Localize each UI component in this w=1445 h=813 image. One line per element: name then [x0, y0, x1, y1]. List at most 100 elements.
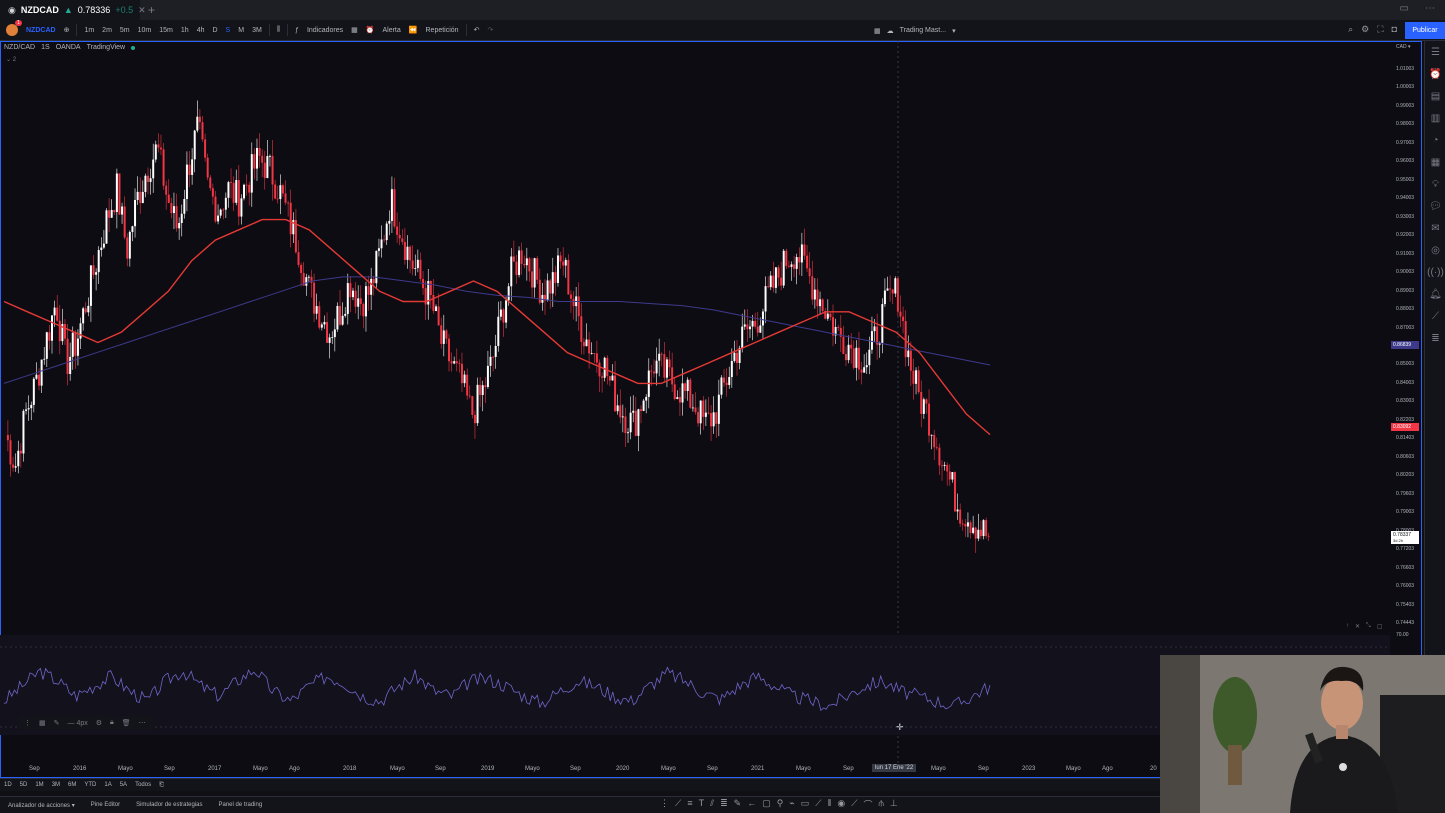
range-1a[interactable]: 1A: [100, 782, 115, 788]
replay-icon[interactable]: ⏪: [405, 26, 422, 34]
pencil-icon[interactable]: ✎: [54, 719, 60, 727]
callout-icon[interactable]: ▭: [801, 798, 810, 811]
measure-icon[interactable]: ⫴: [828, 798, 832, 811]
search-icon[interactable]: ⌕: [1348, 24, 1353, 35]
indicators-icon[interactable]: ƒ: [291, 27, 303, 34]
avatar[interactable]: 1: [6, 20, 22, 36]
fib-icon[interactable]: ≡: [687, 798, 692, 811]
add-symbol-icon[interactable]: ⊕: [60, 26, 74, 34]
range-5d[interactable]: 5D: [16, 782, 32, 788]
line-width-button[interactable]: — 4px: [68, 720, 88, 727]
interval-m[interactable]: M: [234, 27, 248, 34]
camera-icon[interactable]: ◘: [1392, 24, 1397, 35]
indicators-button[interactable]: Indicadores: [303, 27, 347, 34]
publish-button[interactable]: Publicar: [1405, 22, 1445, 39]
range-5a[interactable]: 5A: [116, 782, 131, 788]
interval-1h[interactable]: 1h: [177, 27, 193, 34]
arrow-icon[interactable]: ←: [747, 798, 756, 811]
close-tab-icon[interactable]: ✕: [138, 5, 146, 16]
ideas-icon[interactable]: 💡︎: [1425, 173, 1445, 195]
magnet-icon[interactable]: ◉: [837, 798, 845, 811]
settings-icon[interactable]: ⚙: [96, 719, 102, 727]
interval-10m[interactable]: 10m: [134, 27, 156, 34]
symbol-search-button[interactable]: NZDCAD: [22, 27, 60, 34]
trend-line-icon[interactable]: ⟋: [675, 798, 681, 811]
interval-d[interactable]: D: [208, 27, 221, 34]
range-todos[interactable]: Todos: [131, 782, 155, 788]
order-panel-icon[interactable]: ≣: [1425, 327, 1445, 349]
undo-icon[interactable]: ↶: [470, 26, 484, 34]
alert-button[interactable]: Alerta: [378, 27, 404, 34]
channel-icon[interactable]: ≣: [720, 798, 728, 811]
pane-maximize-icon[interactable]: ▢: [1377, 623, 1383, 630]
ray-icon[interactable]: ⟋: [815, 798, 821, 811]
indicator-collapse[interactable]: ⌄ 2: [6, 56, 16, 63]
curve-icon[interactable]: ⌒: [864, 798, 873, 811]
drag-handle-icon[interactable]: ⋮: [24, 719, 31, 727]
interval-5m[interactable]: 5m: [116, 27, 134, 34]
trash-icon[interactable]: 🗑︎: [122, 719, 131, 727]
trading-panel-tab[interactable]: Panel de trading: [210, 802, 270, 808]
layout-selector[interactable]: ▦ ☁ Trading Mast... ▾: [874, 20, 956, 41]
gear-icon[interactable]: ⚙: [1361, 24, 1369, 35]
candle-body: [925, 399, 928, 404]
hotlist-icon[interactable]: ▥: [1425, 107, 1445, 129]
brush-icon[interactable]: ✎: [734, 798, 742, 811]
range-ytd[interactable]: YTD: [80, 782, 100, 788]
goto-date-icon[interactable]: ⎗: [155, 782, 168, 789]
fullscreen-icon[interactable]: ⛶: [1377, 24, 1383, 35]
range-6m[interactable]: 6M: [64, 782, 80, 788]
path-icon[interactable]: ⟋: [851, 798, 857, 811]
alerts-icon[interactable]: ⏰: [1425, 63, 1445, 85]
new-tab-icon[interactable]: +: [148, 3, 155, 17]
window-layout-icon[interactable]: ▭: [1400, 3, 1409, 14]
notifications-icon[interactable]: 🔔︎: [1425, 283, 1445, 305]
pane-collapse-icon[interactable]: ⤡: [1366, 623, 1371, 630]
interval-s[interactable]: S: [222, 27, 235, 34]
candle-body: [525, 258, 528, 266]
interval-1m[interactable]: 1m: [80, 27, 98, 34]
template-icon[interactable]: ▦: [39, 719, 46, 727]
help-icon[interactable]: ◎: [1425, 239, 1445, 261]
more-icon[interactable]: ⋯: [1425, 3, 1435, 14]
pin-icon[interactable]: ⚲: [777, 798, 784, 811]
calendar-icon[interactable]: ◔: [1425, 129, 1445, 151]
redo-icon[interactable]: ↷: [483, 26, 497, 34]
interval-3m[interactable]: 3M: [248, 27, 266, 34]
templates-icon[interactable]: ▦: [347, 26, 362, 34]
cursor-icon[interactable]: ⋮: [660, 798, 669, 811]
more-icon[interactable]: ⋯: [139, 719, 146, 727]
pine-editor-tab[interactable]: Pine Editor: [83, 802, 128, 808]
chart-tab[interactable]: ◉ NZDCAD ▲ 0.78336 +0.5 ✕: [0, 0, 146, 20]
pattern-icon[interactable]: ⫽: [710, 798, 714, 811]
fork-icon[interactable]: ⫛: [879, 798, 884, 811]
messages-icon[interactable]: ✉: [1425, 217, 1445, 239]
watchlist-icon[interactable]: ☰: [1425, 41, 1445, 63]
text-icon[interactable]: T: [699, 798, 705, 811]
currency-label[interactable]: CAD ▾: [1396, 44, 1410, 50]
ruler-icon[interactable]: ⊥: [890, 798, 898, 811]
date-axis[interactable]: Sep 2016 Mayo Sep 2017 Mayo Ago 2018 Mayo Sep 2019…: [0, 764, 1160, 776]
chat-icon[interactable]: 💬︎: [1425, 195, 1445, 217]
strategy-tester-tab[interactable]: Simulador de estrategias: [128, 802, 210, 808]
interval-15m[interactable]: 15m: [155, 27, 177, 34]
forecast-icon[interactable]: ⌁: [789, 798, 794, 811]
alert-icon[interactable]: ⏰: [362, 26, 379, 34]
range-3m[interactable]: 3M: [48, 782, 64, 788]
range-1d[interactable]: 1D: [0, 782, 16, 788]
replay-button[interactable]: Repetición: [422, 27, 463, 34]
interval-2m[interactable]: 2m: [98, 27, 116, 34]
trend-icon[interactable]: ⟋: [1425, 305, 1445, 327]
chart-type-icon[interactable]: ⫼: [273, 26, 284, 34]
pane-up-icon[interactable]: ↑: [1346, 623, 1349, 630]
range-1m[interactable]: 1M: [31, 782, 47, 788]
pane-close-icon[interactable]: ✕: [1355, 623, 1360, 630]
data-window-icon[interactable]: ▤: [1425, 85, 1445, 107]
stock-screener-tab[interactable]: Analizador de acciones ▾: [0, 802, 83, 809]
calculator-icon[interactable]: ▦: [1425, 151, 1445, 173]
rectangle-icon[interactable]: ▢: [762, 798, 771, 811]
stream-icon[interactable]: ((·)): [1425, 261, 1445, 283]
layout-grid-icon[interactable]: ▦: [874, 27, 881, 35]
lock-icon[interactable]: 🔒︎: [110, 719, 114, 727]
interval-4h[interactable]: 4h: [193, 27, 209, 34]
